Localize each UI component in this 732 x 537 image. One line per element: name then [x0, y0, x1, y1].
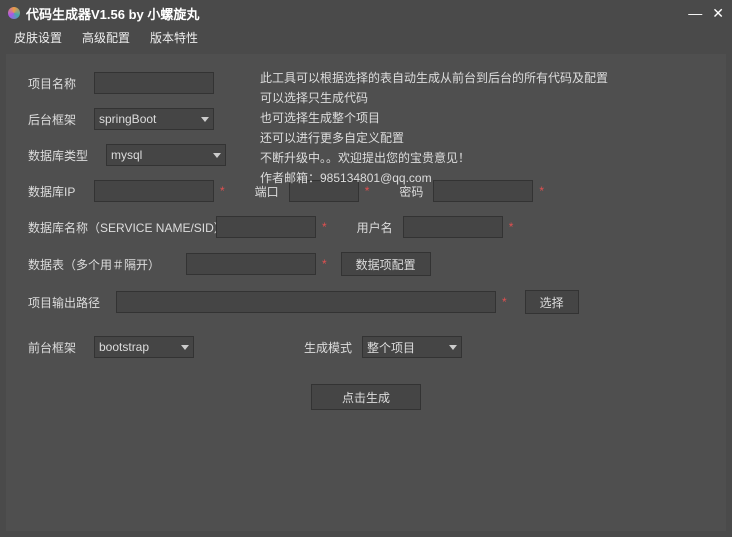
desc-line: 也可选择生成整个项目 — [260, 108, 608, 128]
label-output: 项目输出路径 — [28, 294, 116, 311]
menu-skin[interactable]: 皮肤设置 — [6, 27, 70, 48]
generate-button[interactable]: 点击生成 — [311, 384, 421, 410]
desc-line: 此工具可以根据选择的表自动生成从前台到后台的所有代码及配置 — [260, 68, 608, 88]
form-panel: 此工具可以根据选择的表自动生成从前台到后台的所有代码及配置 可以选择只生成代码 … — [6, 54, 726, 531]
label-db-name: 数据库名称（SERVICE NAME/SID） — [28, 219, 208, 236]
label-frontend: 前台框架 — [28, 339, 94, 356]
description-text: 此工具可以根据选择的表自动生成从前台到后台的所有代码及配置 可以选择只生成代码 … — [260, 68, 608, 188]
label-db-type: 数据库类型 — [28, 147, 106, 164]
menu-version[interactable]: 版本特性 — [142, 27, 206, 48]
required-mark: * — [220, 184, 225, 198]
backend-value: springBoot — [99, 112, 156, 126]
backend-select[interactable]: springBoot — [94, 108, 214, 130]
project-name-input[interactable] — [94, 72, 214, 94]
frontend-select[interactable]: bootstrap — [94, 336, 194, 358]
app-icon — [8, 7, 20, 19]
chevron-down-icon — [213, 153, 221, 158]
close-button[interactable]: ✕ — [712, 6, 724, 20]
db-type-value: mysql — [111, 148, 142, 162]
required-mark: * — [322, 257, 327, 271]
titlebar: 代码生成器V1.56 by 小螺旋丸 — ✕ — [0, 0, 732, 26]
mode-value: 整个项目 — [367, 339, 415, 356]
db-name-input[interactable] — [216, 216, 316, 238]
desc-line: 作者邮箱：985134801@qq.com — [260, 168, 608, 188]
chevron-down-icon — [449, 345, 457, 350]
chevron-down-icon — [201, 117, 209, 122]
required-mark: * — [509, 220, 514, 234]
db-ip-input[interactable] — [94, 180, 214, 202]
data-config-button[interactable]: 数据项配置 — [341, 252, 431, 276]
label-project-name: 项目名称 — [28, 75, 94, 92]
tables-input[interactable] — [186, 253, 316, 275]
window-title: 代码生成器V1.56 by 小螺旋丸 — [26, 4, 688, 23]
choose-path-button[interactable]: 选择 — [525, 290, 579, 314]
menubar: 皮肤设置 高级配置 版本特性 — [0, 26, 732, 48]
desc-line: 不断升级中。。欢迎提出您的宝贵意见！ — [260, 148, 608, 168]
desc-line: 可以选择只生成代码 — [260, 88, 608, 108]
required-mark: * — [502, 295, 507, 309]
label-mode: 生成模式 — [304, 339, 352, 356]
mode-select[interactable]: 整个项目 — [362, 336, 462, 358]
label-user: 用户名 — [357, 219, 393, 236]
label-db-ip: 数据库IP — [28, 183, 94, 200]
label-tables: 数据表（多个用＃隔开） — [28, 256, 178, 273]
desc-line: 还可以进行更多自定义配置 — [260, 128, 608, 148]
required-mark: * — [322, 220, 327, 234]
label-backend: 后台框架 — [28, 111, 94, 128]
db-type-select[interactable]: mysql — [106, 144, 226, 166]
window-controls: — ✕ — [688, 6, 724, 20]
frontend-value: bootstrap — [99, 340, 149, 354]
menu-advanced[interactable]: 高级配置 — [74, 27, 138, 48]
minimize-button[interactable]: — — [688, 6, 702, 20]
user-input[interactable] — [403, 216, 503, 238]
output-path-input[interactable] — [116, 291, 496, 313]
chevron-down-icon — [181, 345, 189, 350]
